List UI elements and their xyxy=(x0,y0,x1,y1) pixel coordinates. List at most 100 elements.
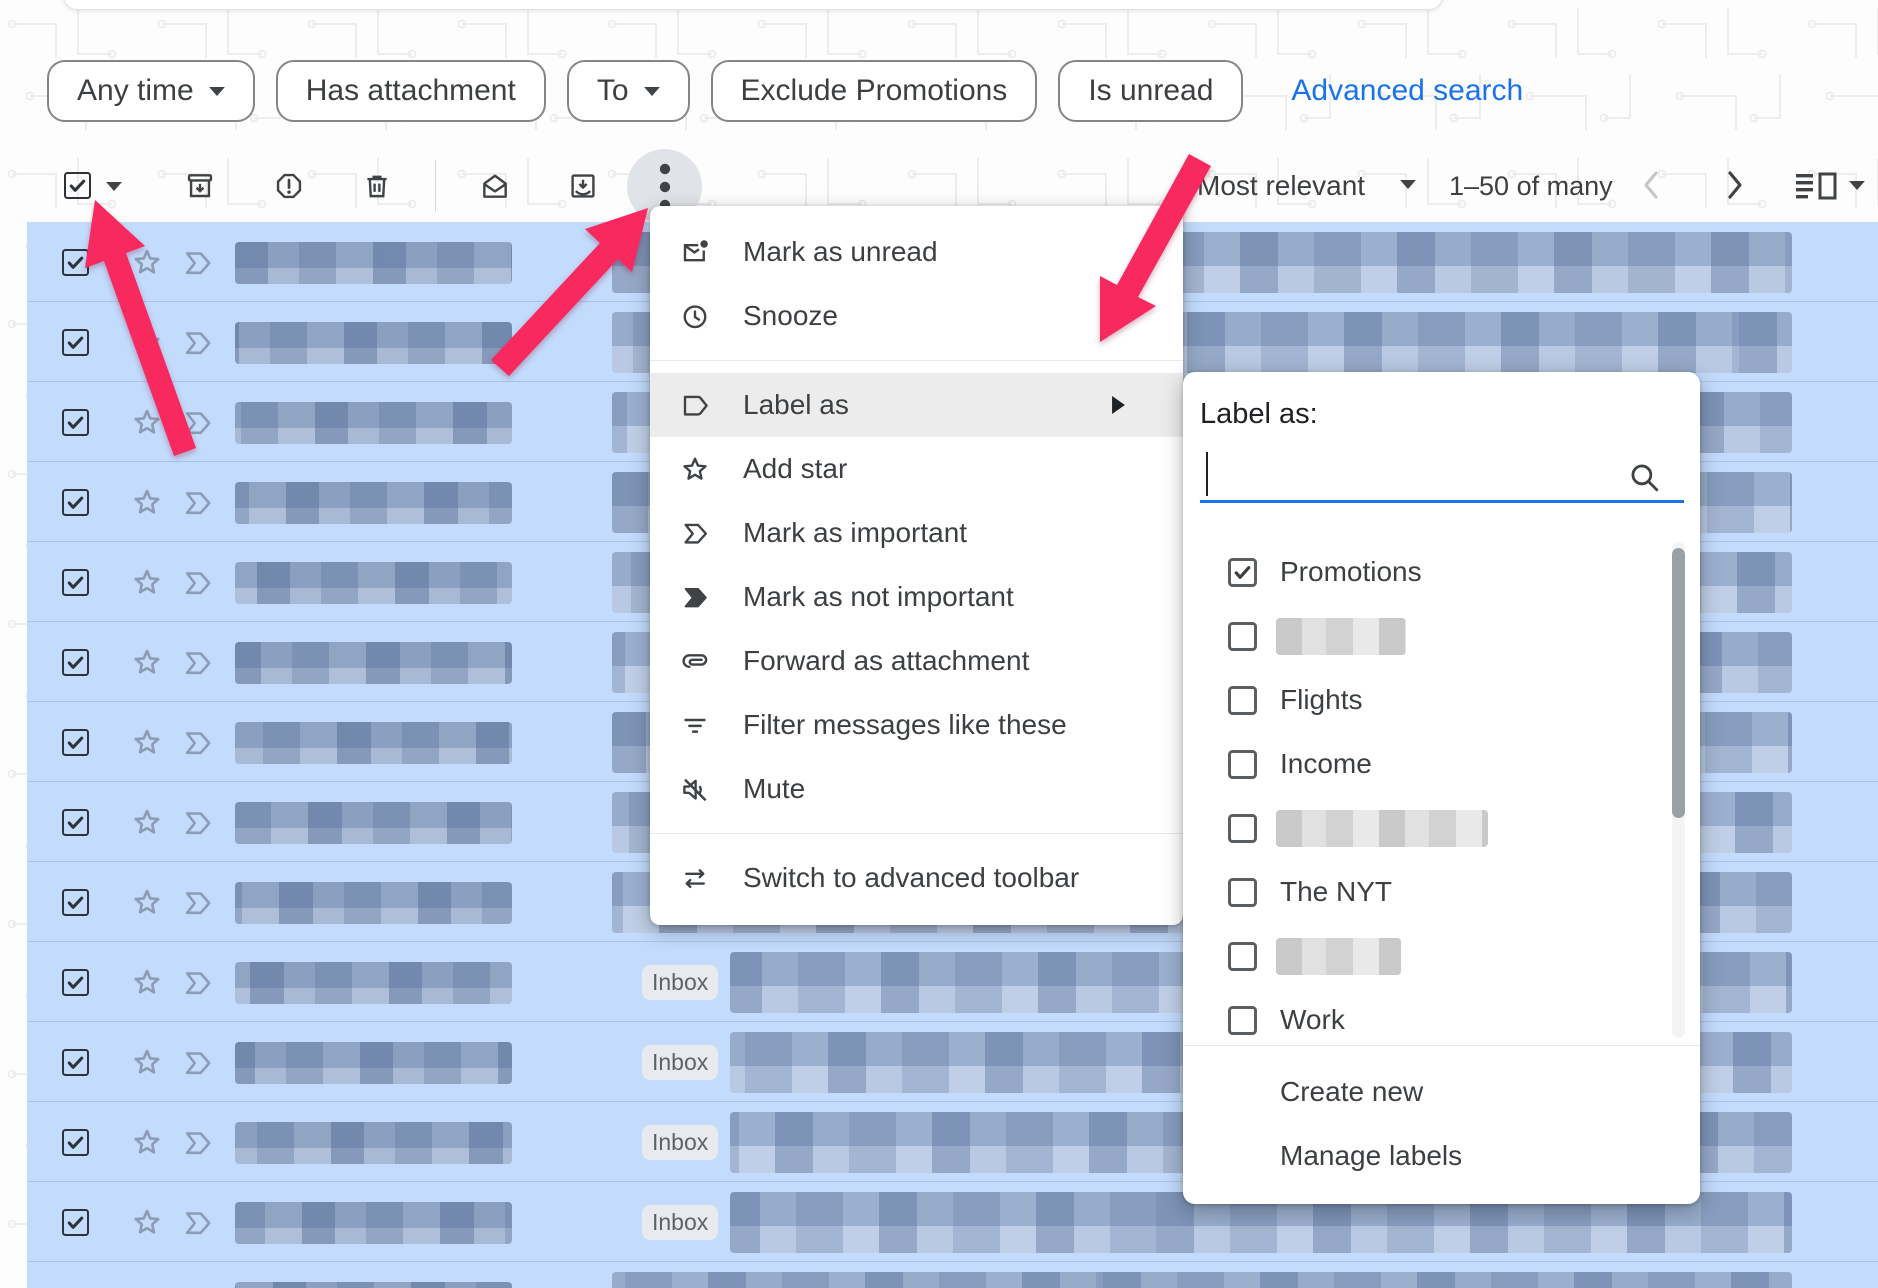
row-checkbox-checked[interactable] xyxy=(62,489,89,516)
star-icon[interactable] xyxy=(131,566,163,598)
menu-item-label: Forward as attachment xyxy=(743,645,1029,677)
checkbox-unchecked-icon[interactable] xyxy=(1228,622,1257,651)
select-all-checkbox[interactable] xyxy=(64,172,91,202)
star-icon[interactable] xyxy=(131,646,163,678)
importance-marker-icon[interactable] xyxy=(182,649,218,676)
row-checkbox-checked[interactable] xyxy=(62,1129,89,1156)
older-page-button[interactable] xyxy=(1720,168,1750,202)
star-icon[interactable] xyxy=(131,806,163,838)
row-checkbox-checked[interactable] xyxy=(62,569,89,596)
importance-marker-icon[interactable] xyxy=(182,1049,218,1076)
move-to-button[interactable] xyxy=(567,170,599,202)
create-new-label-button[interactable]: Create new xyxy=(1183,1060,1700,1124)
star-icon[interactable] xyxy=(131,966,163,998)
row-checkbox-checked[interactable] xyxy=(62,809,89,836)
filter-chip-to[interactable]: To xyxy=(567,60,690,122)
row-checkbox-checked[interactable] xyxy=(62,329,89,356)
star-icon[interactable] xyxy=(131,1126,163,1158)
menu-item-mark-as-important[interactable]: Mark as important xyxy=(650,501,1183,565)
chevron-down-icon[interactable] xyxy=(1400,180,1416,189)
label-option-redacted[interactable] xyxy=(1183,604,1700,668)
search-icon[interactable] xyxy=(1627,460,1661,494)
importance-marker-icon[interactable] xyxy=(182,1129,218,1156)
importance-marker-icon[interactable] xyxy=(182,409,218,436)
menu-item-add-star[interactable]: Add star xyxy=(650,437,1183,501)
menu-item-snooze[interactable]: Snooze xyxy=(650,284,1183,348)
gmail-search-results-screen: Any time Has attachment To Exclude Promo… xyxy=(0,0,1878,1288)
star-icon[interactable] xyxy=(131,886,163,918)
importance-marker-icon[interactable] xyxy=(182,249,218,276)
checkbox-unchecked-icon[interactable] xyxy=(1228,750,1257,779)
split-pane-icon[interactable] xyxy=(1794,171,1840,201)
report-spam-button[interactable] xyxy=(273,170,305,202)
archive-button[interactable] xyxy=(184,170,216,202)
mark-as-read-button[interactable] xyxy=(479,170,511,202)
label-panel-actions: Create new Manage labels xyxy=(1183,1060,1700,1188)
menu-item-mark-as-unread[interactable]: Mark as unread xyxy=(650,220,1183,284)
label-option-the-nyt[interactable]: The NYT xyxy=(1183,860,1700,924)
scrollbar-thumb[interactable] xyxy=(1672,548,1685,818)
advanced-search-link[interactable]: Advanced search xyxy=(1291,74,1523,108)
search-input[interactable] xyxy=(1200,500,1684,503)
filter-chip-exclude-promotions[interactable]: Exclude Promotions xyxy=(711,60,1038,122)
row-checkbox-checked[interactable] xyxy=(62,889,89,916)
delete-button[interactable] xyxy=(361,170,393,202)
email-row[interactable] xyxy=(27,1262,1878,1288)
importance-marker-icon[interactable] xyxy=(182,329,218,356)
redacted-sender-text xyxy=(235,882,512,924)
importance-marker-icon[interactable] xyxy=(182,969,218,996)
label-option-redacted[interactable] xyxy=(1183,924,1700,988)
sort-selector[interactable]: Most relevant xyxy=(1197,170,1365,202)
menu-item-switch-to-advanced-toolbar[interactable]: Switch to advanced toolbar xyxy=(650,846,1183,910)
check-icon xyxy=(64,1131,87,1154)
star-icon[interactable] xyxy=(131,486,163,518)
importance-marker-icon[interactable] xyxy=(182,489,218,516)
menu-item-mark-as-not-important[interactable]: Mark as not important xyxy=(650,565,1183,629)
importance-marker-icon[interactable] xyxy=(182,889,218,916)
chevron-right-icon xyxy=(1720,168,1750,202)
filter-chip-is-unread[interactable]: Is unread xyxy=(1058,60,1243,122)
row-checkbox-checked[interactable] xyxy=(62,249,89,276)
label-option-work[interactable]: Work xyxy=(1183,988,1700,1038)
importance-marker-icon[interactable] xyxy=(182,729,218,756)
importance-marker-icon[interactable] xyxy=(182,809,218,836)
row-checkbox-checked[interactable] xyxy=(62,1209,89,1236)
checkbox-unchecked-icon[interactable] xyxy=(1228,878,1257,907)
menu-item-filter-messages[interactable]: Filter messages like these xyxy=(650,693,1183,757)
filter-chip-any-time[interactable]: Any time xyxy=(47,60,255,122)
manage-labels-button[interactable]: Manage labels xyxy=(1183,1124,1700,1188)
star-icon[interactable] xyxy=(131,1046,163,1078)
star-icon[interactable] xyxy=(131,726,163,758)
menu-item-forward-as-attachment[interactable]: Forward as attachment xyxy=(650,629,1183,693)
row-checkbox-checked[interactable] xyxy=(62,409,89,436)
importance-marker-icon[interactable] xyxy=(182,569,218,596)
label-option-redacted[interactable] xyxy=(1183,796,1700,860)
row-checkbox-checked[interactable] xyxy=(62,969,89,996)
menu-item-mute[interactable]: Mute xyxy=(650,757,1183,821)
newer-page-button[interactable] xyxy=(1636,168,1666,202)
checkbox-unchecked-icon[interactable] xyxy=(1228,686,1257,715)
row-checkbox-checked[interactable] xyxy=(62,1049,89,1076)
filter-chip-has-attachment[interactable]: Has attachment xyxy=(276,60,546,122)
select-dropdown-button[interactable] xyxy=(106,182,122,191)
inbox-label-chip: Inbox xyxy=(642,1125,718,1160)
open-envelope-icon xyxy=(479,170,511,202)
checkbox-unchecked-icon[interactable] xyxy=(1228,942,1257,971)
star-icon[interactable] xyxy=(131,246,163,278)
label-option-promotions[interactable]: Promotions xyxy=(1183,540,1700,604)
star-icon[interactable] xyxy=(131,406,163,438)
checkbox-unchecked-icon[interactable] xyxy=(1228,814,1257,843)
label-option-income[interactable]: Income xyxy=(1183,732,1700,796)
checkbox-unchecked-icon[interactable] xyxy=(1228,1006,1257,1035)
checkbox-checked-icon[interactable] xyxy=(1228,558,1257,587)
chevron-down-icon[interactable] xyxy=(1849,181,1865,190)
row-checkbox-checked[interactable] xyxy=(62,649,89,676)
label-option-flights[interactable]: Flights xyxy=(1183,668,1700,732)
filter-chip-label: Has attachment xyxy=(306,74,516,108)
redacted-sender-text xyxy=(235,482,512,524)
row-checkbox-checked[interactable] xyxy=(62,729,89,756)
star-icon[interactable] xyxy=(131,1206,163,1238)
menu-item-label-as[interactable]: Label as xyxy=(650,373,1183,437)
star-icon[interactable] xyxy=(131,326,163,358)
importance-marker-icon[interactable] xyxy=(182,1209,218,1236)
